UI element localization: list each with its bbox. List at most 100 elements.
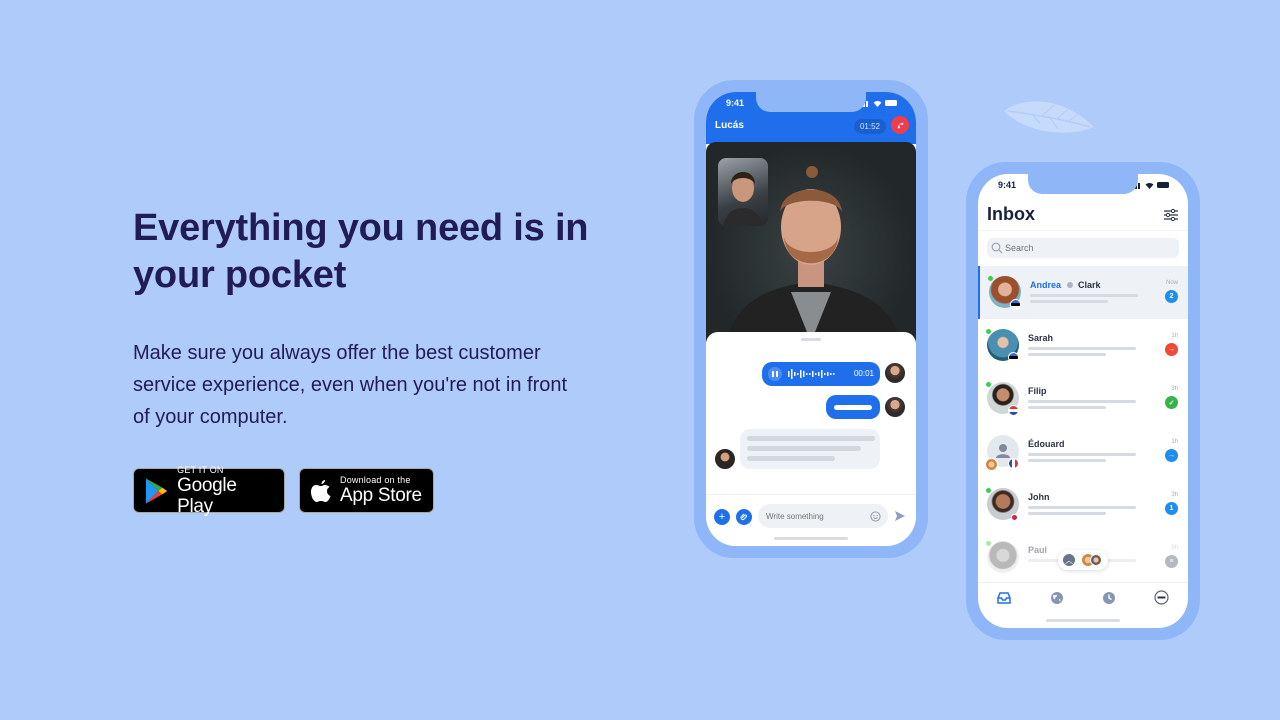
tab-visitors[interactable] — [1049, 590, 1065, 606]
conversation-time: 1h — [1171, 333, 1178, 339]
voice-duration: 00:01 — [853, 369, 874, 378]
conversation-item[interactable]: John 3h 1 — [978, 478, 1188, 531]
app-store-button[interactable]: Download on the App Store — [299, 468, 434, 513]
conversation-time: Now — [1165, 280, 1178, 286]
video-feed — [706, 142, 916, 342]
send-icon[interactable] — [894, 510, 906, 522]
conversation-time: 5h — [1171, 545, 1178, 551]
tab-agents[interactable] — [1154, 590, 1170, 606]
preview-line — [1028, 353, 1106, 356]
hangup-button[interactable] — [891, 116, 909, 134]
preview-line — [1030, 300, 1108, 303]
apple-icon — [311, 479, 331, 502]
visitor-name: Andrea — [1030, 280, 1062, 290]
emoji-icon[interactable] — [870, 511, 881, 522]
preview-line — [1028, 347, 1136, 350]
tab-inbox[interactable] — [996, 590, 1012, 606]
status-dot-icon — [1011, 514, 1018, 521]
agents-icon — [1154, 590, 1169, 605]
search-icon — [991, 242, 1003, 254]
google-play-button[interactable]: GET IT ON Google Play — [133, 464, 285, 517]
bottom-tab-bar — [978, 582, 1188, 612]
scroll-up-pill[interactable]: ︿ — [1058, 550, 1108, 570]
unread-count-badge: 1 — [1165, 502, 1178, 515]
status-time: 9:41 — [998, 180, 1017, 190]
assignee-dot-icon — [1066, 282, 1073, 288]
preview-line — [1028, 459, 1106, 462]
attach-button[interactable] — [736, 509, 752, 525]
self-video-preview — [718, 158, 768, 226]
wifi-icon — [873, 100, 882, 107]
home-indicator — [774, 537, 848, 540]
message-placeholder-line — [834, 405, 872, 410]
conversation-name: Andrea Clark — [1030, 280, 1101, 290]
search-input[interactable] — [987, 238, 1179, 258]
avatar — [987, 541, 1019, 573]
call-phone-mockup: 9:41 Lucás 01:52 00:01 + Write something — [694, 80, 928, 558]
message-placeholder-line — [747, 446, 861, 451]
google-play-icon — [145, 477, 168, 504]
assignee-name: Clark — [1078, 280, 1101, 290]
unread-count-badge: 2 — [1165, 290, 1178, 303]
history-icon — [1103, 591, 1116, 604]
pause-icon — [772, 371, 778, 377]
preview-line — [1028, 406, 1106, 409]
inbox-screen: 9:41 Inbox Andrea Clark — [978, 174, 1188, 628]
tab-archive[interactable] — [1101, 590, 1117, 606]
leaf-decoration-icon — [1004, 101, 1094, 133]
preview-line — [1028, 512, 1106, 515]
message-placeholder-line — [747, 436, 875, 441]
conversation-time: 1h — [1171, 439, 1178, 445]
conversation-item[interactable]: Édouard 1h → — [978, 425, 1188, 478]
conversation-time: 3h — [1171, 492, 1178, 498]
battery-icon — [885, 100, 897, 106]
received-message-bubble[interactable] — [740, 429, 880, 469]
flag-croatia-icon — [1008, 405, 1019, 416]
flag-estonia-icon — [1008, 352, 1019, 363]
online-indicator — [986, 382, 991, 387]
message-input[interactable] — [758, 504, 888, 528]
visitor-name: John — [1028, 492, 1050, 502]
visitor-name: Paul — [1028, 545, 1048, 555]
hero-title: Everything you need is in your pocket — [133, 207, 589, 296]
preview-line — [1028, 400, 1136, 403]
phone-hangup-icon — [897, 122, 903, 128]
online-indicator — [986, 488, 991, 493]
resolved-badge: ✓ — [1165, 396, 1178, 409]
conversation-item[interactable]: Andrea Clark Now 2 — [978, 266, 1188, 319]
visitor-name: Sarah — [1028, 333, 1054, 343]
call-timer: 01:52 — [853, 119, 886, 134]
conversation-item[interactable]: Sarah 1h → — [978, 319, 1188, 372]
filter-settings-icon[interactable] — [1164, 208, 1178, 222]
visitor-avatar — [714, 448, 736, 470]
status-time: 9:41 — [726, 98, 745, 108]
battery-icon — [1157, 182, 1169, 188]
plus-icon: + — [718, 511, 726, 523]
transfer-badge: → — [1165, 343, 1178, 356]
online-indicator — [986, 329, 991, 334]
preview-line — [1028, 506, 1136, 509]
call-contact-name: Lucás — [715, 120, 744, 131]
pause-button[interactable] — [768, 367, 782, 381]
hero-section: Everything you need is in your pocket Ma… — [133, 205, 613, 433]
sent-message-bubble[interactable] — [826, 395, 880, 419]
globe-icon — [1050, 591, 1063, 604]
wifi-icon — [1145, 182, 1154, 189]
home-indicator — [1046, 619, 1120, 622]
add-button[interactable]: + — [714, 509, 730, 525]
queue-badge: ≡ — [1165, 555, 1178, 568]
visitor-name: Filip — [1028, 386, 1047, 396]
voice-message-bubble[interactable]: 00:01 — [762, 362, 880, 386]
preview-line — [1030, 294, 1138, 297]
inbox-phone-mockup: 9:41 Inbox Andrea Clark — [966, 162, 1200, 640]
phone-notch — [1028, 174, 1138, 194]
phone-notch — [756, 92, 866, 112]
waveform-icon — [788, 369, 835, 379]
chevron-up-icon: ︿ — [1063, 554, 1075, 566]
conversation-item[interactable]: Filip 3h ✓ — [978, 372, 1188, 425]
paperclip-icon — [740, 513, 748, 521]
inbox-title: Inbox — [987, 204, 1035, 224]
drag-handle[interactable] — [801, 338, 821, 341]
google-play-small-label: GET IT ON — [177, 464, 224, 475]
conversation-time: 3h — [1171, 386, 1178, 392]
